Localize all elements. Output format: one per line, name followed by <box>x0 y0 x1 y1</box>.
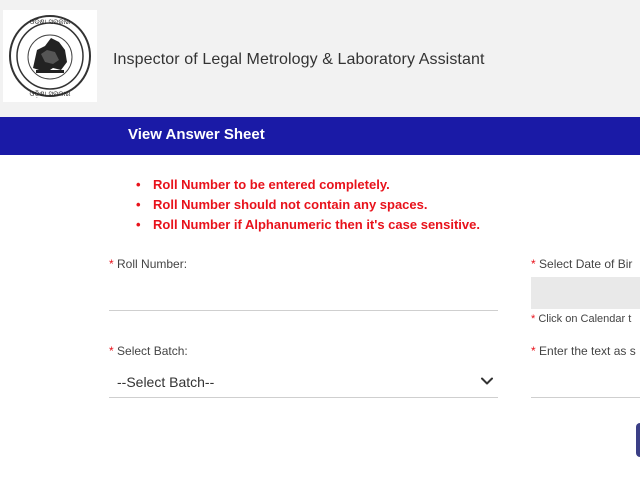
bullet-icon: • <box>136 217 141 232</box>
chevron-down-icon <box>481 377 493 385</box>
batch-label: * Select Batch: <box>109 344 188 358</box>
batch-select[interactable]: --Select Batch-- <box>109 366 498 398</box>
required-marker: * <box>109 257 114 271</box>
calendar-hint-text: Click on Calendar t <box>538 313 632 325</box>
roll-number-input[interactable] <box>109 310 498 311</box>
svg-text:ଓଡ଼ିଶା ସରକାର: ଓଡ଼ିଶା ସରକାର <box>30 90 72 98</box>
submit-button[interactable] <box>636 423 640 457</box>
batch-label-text: Select Batch: <box>117 344 188 358</box>
site-title: Inspector of Legal Metrology & Laborator… <box>113 51 485 68</box>
required-marker: * <box>531 313 536 325</box>
captcha-label: * Enter the text as s <box>531 344 636 358</box>
instruction-text: Roll Number if Alphanumeric then it's ca… <box>153 217 480 232</box>
instructions-list: • Roll Number to be entered completely. … <box>136 177 480 237</box>
bullet-icon: • <box>136 197 141 212</box>
emblem-icon: ଓଡ଼ିଶା ସରକାର ଓଡ଼ିଶା ସରକାର <box>9 15 91 98</box>
instruction-item: • Roll Number should not contain any spa… <box>136 197 480 217</box>
captcha-input[interactable] <box>531 397 640 398</box>
roll-number-label-text: Roll Number: <box>117 257 188 271</box>
required-marker: * <box>109 344 114 358</box>
instruction-text: Roll Number should not contain any space… <box>153 197 428 212</box>
date-of-birth-label-text: Select Date of Bir <box>539 257 633 271</box>
odisha-emblem-logo: ଓଡ଼ିଶା ସରକାର ଓଡ଼ିଶା ସରକାର <box>3 10 97 102</box>
title-bar: View Answer Sheet <box>0 117 640 155</box>
calendar-hint: * Click on Calendar t <box>531 313 631 325</box>
site-header: ଓଡ଼ିଶା ସରକାର ଓଡ଼ିଶା ସରକାର Inspector of L… <box>0 0 640 117</box>
required-marker: * <box>531 344 536 358</box>
instruction-item: • Roll Number to be entered completely. <box>136 177 480 197</box>
date-of-birth-label: * Select Date of Bir <box>531 257 632 271</box>
roll-number-label: * Roll Number: <box>109 257 187 271</box>
bullet-icon: • <box>136 177 141 192</box>
required-marker: * <box>531 257 536 271</box>
captcha-label-text: Enter the text as s <box>539 344 636 358</box>
svg-text:ଓଡ଼ିଶା ସରକାର: ଓଡ଼ିଶା ସରକାର <box>30 18 72 26</box>
instruction-text: Roll Number to be entered completely. <box>153 177 390 192</box>
page-title: View Answer Sheet <box>128 126 265 143</box>
batch-selected-value: --Select Batch-- <box>117 374 215 390</box>
instruction-item: • Roll Number if Alphanumeric then it's … <box>136 217 480 237</box>
date-of-birth-input[interactable] <box>531 277 640 309</box>
